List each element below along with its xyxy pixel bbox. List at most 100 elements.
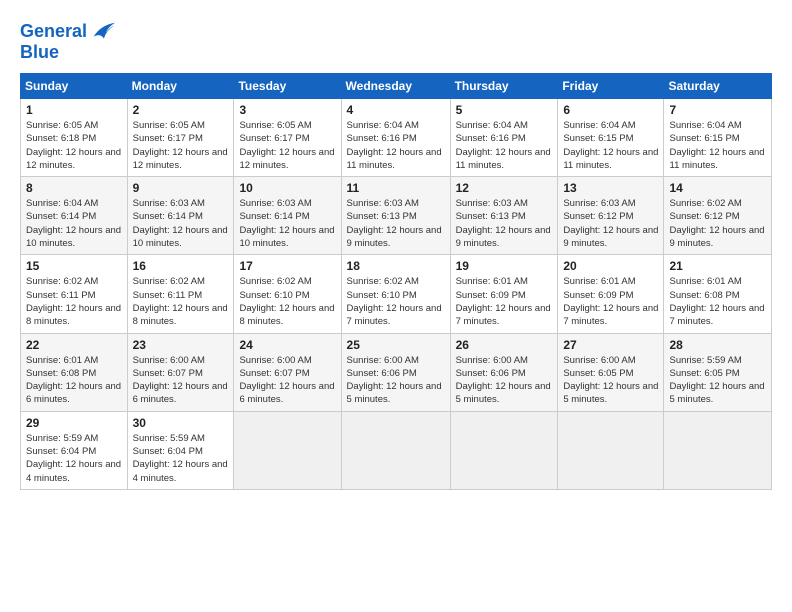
day-number: 26 — [456, 338, 553, 352]
calendar-cell: 22 Sunrise: 6:01 AM Sunset: 6:08 PM Dayl… — [21, 333, 128, 411]
header-row: Sunday Monday Tuesday Wednesday Thursday… — [21, 74, 772, 99]
calendar-cell: 15 Sunrise: 6:02 AM Sunset: 6:11 PM Dayl… — [21, 255, 128, 333]
day-number: 13 — [563, 181, 658, 195]
calendar-cell: 18 Sunrise: 6:02 AM Sunset: 6:10 PM Dayl… — [341, 255, 450, 333]
day-number: 19 — [456, 259, 553, 273]
calendar-cell: 5 Sunrise: 6:04 AM Sunset: 6:16 PM Dayli… — [450, 99, 558, 177]
day-number: 3 — [239, 103, 335, 117]
day-info: Sunrise: 6:00 AM Sunset: 6:06 PM Dayligh… — [347, 354, 445, 407]
calendar-cell: 24 Sunrise: 6:00 AM Sunset: 6:07 PM Dayl… — [234, 333, 341, 411]
calendar-cell — [234, 411, 341, 489]
day-number: 27 — [563, 338, 658, 352]
day-number: 8 — [26, 181, 122, 195]
col-friday: Friday — [558, 74, 664, 99]
day-number: 2 — [133, 103, 229, 117]
day-number: 11 — [347, 181, 445, 195]
calendar-cell: 4 Sunrise: 6:04 AM Sunset: 6:16 PM Dayli… — [341, 99, 450, 177]
day-info: Sunrise: 6:02 AM Sunset: 6:11 PM Dayligh… — [26, 275, 122, 328]
page: General Blue Sunday Monday Tuesday Wedne… — [0, 0, 792, 612]
calendar-cell: 16 Sunrise: 6:02 AM Sunset: 6:11 PM Dayl… — [127, 255, 234, 333]
day-number: 4 — [347, 103, 445, 117]
calendar-cell: 21 Sunrise: 6:01 AM Sunset: 6:08 PM Dayl… — [664, 255, 772, 333]
day-number: 22 — [26, 338, 122, 352]
col-thursday: Thursday — [450, 74, 558, 99]
calendar-cell: 11 Sunrise: 6:03 AM Sunset: 6:13 PM Dayl… — [341, 177, 450, 255]
day-info: Sunrise: 6:04 AM Sunset: 6:15 PM Dayligh… — [563, 119, 658, 172]
calendar-cell: 10 Sunrise: 6:03 AM Sunset: 6:14 PM Dayl… — [234, 177, 341, 255]
day-info: Sunrise: 6:03 AM Sunset: 6:13 PM Dayligh… — [456, 197, 553, 250]
logo-general: General — [20, 22, 87, 42]
day-info: Sunrise: 5:59 AM Sunset: 6:05 PM Dayligh… — [669, 354, 766, 407]
day-info: Sunrise: 6:01 AM Sunset: 6:09 PM Dayligh… — [563, 275, 658, 328]
day-number: 20 — [563, 259, 658, 273]
day-info: Sunrise: 6:00 AM Sunset: 6:07 PM Dayligh… — [133, 354, 229, 407]
calendar-cell: 27 Sunrise: 6:00 AM Sunset: 6:05 PM Dayl… — [558, 333, 664, 411]
header: General Blue — [20, 18, 772, 63]
calendar-row: 15 Sunrise: 6:02 AM Sunset: 6:11 PM Dayl… — [21, 255, 772, 333]
day-number: 10 — [239, 181, 335, 195]
calendar-cell: 14 Sunrise: 6:02 AM Sunset: 6:12 PM Dayl… — [664, 177, 772, 255]
col-wednesday: Wednesday — [341, 74, 450, 99]
calendar-cell: 23 Sunrise: 6:00 AM Sunset: 6:07 PM Dayl… — [127, 333, 234, 411]
day-number: 18 — [347, 259, 445, 273]
day-number: 17 — [239, 259, 335, 273]
day-info: Sunrise: 6:00 AM Sunset: 6:07 PM Dayligh… — [239, 354, 335, 407]
day-info: Sunrise: 6:04 AM Sunset: 6:15 PM Dayligh… — [669, 119, 766, 172]
calendar-row: 1 Sunrise: 6:05 AM Sunset: 6:18 PM Dayli… — [21, 99, 772, 177]
day-number: 15 — [26, 259, 122, 273]
calendar-cell: 3 Sunrise: 6:05 AM Sunset: 6:17 PM Dayli… — [234, 99, 341, 177]
day-info: Sunrise: 6:00 AM Sunset: 6:05 PM Dayligh… — [563, 354, 658, 407]
day-info: Sunrise: 6:05 AM Sunset: 6:17 PM Dayligh… — [239, 119, 335, 172]
calendar-cell: 20 Sunrise: 6:01 AM Sunset: 6:09 PM Dayl… — [558, 255, 664, 333]
day-info: Sunrise: 6:02 AM Sunset: 6:11 PM Dayligh… — [133, 275, 229, 328]
calendar-cell: 2 Sunrise: 6:05 AM Sunset: 6:17 PM Dayli… — [127, 99, 234, 177]
day-number: 14 — [669, 181, 766, 195]
day-number: 16 — [133, 259, 229, 273]
day-number: 28 — [669, 338, 766, 352]
calendar-table: Sunday Monday Tuesday Wednesday Thursday… — [20, 73, 772, 490]
col-saturday: Saturday — [664, 74, 772, 99]
col-sunday: Sunday — [21, 74, 128, 99]
day-number: 29 — [26, 416, 122, 430]
day-info: Sunrise: 6:00 AM Sunset: 6:06 PM Dayligh… — [456, 354, 553, 407]
calendar-cell — [341, 411, 450, 489]
calendar-cell — [558, 411, 664, 489]
calendar-cell: 30 Sunrise: 5:59 AM Sunset: 6:04 PM Dayl… — [127, 411, 234, 489]
day-number: 5 — [456, 103, 553, 117]
day-info: Sunrise: 6:02 AM Sunset: 6:10 PM Dayligh… — [239, 275, 335, 328]
day-info: Sunrise: 6:02 AM Sunset: 6:10 PM Dayligh… — [347, 275, 445, 328]
calendar-cell: 17 Sunrise: 6:02 AM Sunset: 6:10 PM Dayl… — [234, 255, 341, 333]
calendar-cell: 9 Sunrise: 6:03 AM Sunset: 6:14 PM Dayli… — [127, 177, 234, 255]
day-number: 23 — [133, 338, 229, 352]
day-info: Sunrise: 6:03 AM Sunset: 6:12 PM Dayligh… — [563, 197, 658, 250]
day-number: 1 — [26, 103, 122, 117]
day-number: 21 — [669, 259, 766, 273]
calendar-cell: 12 Sunrise: 6:03 AM Sunset: 6:13 PM Dayl… — [450, 177, 558, 255]
day-info: Sunrise: 6:05 AM Sunset: 6:18 PM Dayligh… — [26, 119, 122, 172]
calendar-cell: 8 Sunrise: 6:04 AM Sunset: 6:14 PM Dayli… — [21, 177, 128, 255]
calendar-cell: 6 Sunrise: 6:04 AM Sunset: 6:15 PM Dayli… — [558, 99, 664, 177]
day-number: 12 — [456, 181, 553, 195]
col-tuesday: Tuesday — [234, 74, 341, 99]
day-info: Sunrise: 5:59 AM Sunset: 6:04 PM Dayligh… — [133, 432, 229, 485]
calendar-cell: 28 Sunrise: 5:59 AM Sunset: 6:05 PM Dayl… — [664, 333, 772, 411]
day-number: 9 — [133, 181, 229, 195]
calendar-cell: 29 Sunrise: 5:59 AM Sunset: 6:04 PM Dayl… — [21, 411, 128, 489]
calendar-cell: 7 Sunrise: 6:04 AM Sunset: 6:15 PM Dayli… — [664, 99, 772, 177]
col-monday: Monday — [127, 74, 234, 99]
day-info: Sunrise: 6:04 AM Sunset: 6:16 PM Dayligh… — [347, 119, 445, 172]
calendar-row: 22 Sunrise: 6:01 AM Sunset: 6:08 PM Dayl… — [21, 333, 772, 411]
day-info: Sunrise: 6:02 AM Sunset: 6:12 PM Dayligh… — [669, 197, 766, 250]
calendar-cell: 26 Sunrise: 6:00 AM Sunset: 6:06 PM Dayl… — [450, 333, 558, 411]
day-info: Sunrise: 6:01 AM Sunset: 6:09 PM Dayligh… — [456, 275, 553, 328]
calendar-cell — [664, 411, 772, 489]
calendar-cell: 13 Sunrise: 6:03 AM Sunset: 6:12 PM Dayl… — [558, 177, 664, 255]
day-info: Sunrise: 6:01 AM Sunset: 6:08 PM Dayligh… — [669, 275, 766, 328]
calendar-cell — [450, 411, 558, 489]
calendar-row: 29 Sunrise: 5:59 AM Sunset: 6:04 PM Dayl… — [21, 411, 772, 489]
day-number: 30 — [133, 416, 229, 430]
day-info: Sunrise: 6:01 AM Sunset: 6:08 PM Dayligh… — [26, 354, 122, 407]
day-info: Sunrise: 5:59 AM Sunset: 6:04 PM Dayligh… — [26, 432, 122, 485]
day-number: 24 — [239, 338, 335, 352]
day-info: Sunrise: 6:04 AM Sunset: 6:14 PM Dayligh… — [26, 197, 122, 250]
